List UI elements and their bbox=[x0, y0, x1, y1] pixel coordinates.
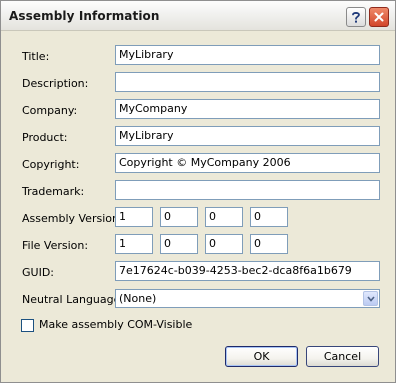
description-input[interactable] bbox=[115, 72, 380, 92]
com-visible-checkbox[interactable] bbox=[21, 319, 34, 332]
neutral-language-label: Neutral Language: bbox=[22, 293, 125, 306]
assembly-version-revision-input[interactable]: 0 bbox=[250, 207, 288, 227]
guid-label: GUID: bbox=[22, 266, 54, 279]
chevron-down-icon bbox=[366, 295, 375, 302]
neutral-language-value: (None) bbox=[119, 292, 157, 305]
close-x-icon bbox=[374, 12, 384, 22]
file-version-minor-input[interactable]: 0 bbox=[160, 234, 198, 254]
description-label: Description: bbox=[22, 77, 89, 90]
guid-input[interactable]: 7e17624c-b039-4253-bec2-dca8f6a1b679 bbox=[115, 261, 380, 281]
help-button[interactable] bbox=[346, 7, 366, 27]
neutral-language-select[interactable]: (None) bbox=[115, 289, 380, 308]
close-button[interactable] bbox=[369, 7, 389, 27]
ok-button[interactable]: OK bbox=[225, 346, 298, 367]
assembly-version-label: Assembly Version: bbox=[22, 212, 123, 225]
assembly-information-dialog: Assembly Information Title: MyLibrary De… bbox=[0, 0, 396, 383]
title-bar[interactable]: Assembly Information bbox=[1, 1, 395, 31]
product-label: Product: bbox=[22, 131, 68, 144]
product-input[interactable]: MyLibrary bbox=[115, 126, 380, 146]
question-mark-icon bbox=[352, 12, 360, 23]
assembly-version-build-input[interactable]: 0 bbox=[205, 207, 243, 227]
trademark-input[interactable] bbox=[115, 180, 380, 200]
cancel-button[interactable]: Cancel bbox=[306, 346, 379, 367]
assembly-version-major-input[interactable]: 1 bbox=[115, 207, 153, 227]
title-input[interactable]: MyLibrary bbox=[115, 45, 380, 65]
company-label: Company: bbox=[22, 104, 78, 117]
file-version-major-input[interactable]: 1 bbox=[115, 234, 153, 254]
company-input[interactable]: MyCompany bbox=[115, 99, 380, 119]
file-version-label: File Version: bbox=[22, 239, 89, 252]
file-version-revision-input[interactable]: 0 bbox=[250, 234, 288, 254]
copyright-label: Copyright: bbox=[22, 158, 80, 171]
copyright-input[interactable]: Copyright © MyCompany 2006 bbox=[115, 153, 380, 173]
file-version-build-input[interactable]: 0 bbox=[205, 234, 243, 254]
assembly-version-minor-input[interactable]: 0 bbox=[160, 207, 198, 227]
trademark-label: Trademark: bbox=[22, 185, 85, 198]
dialog-title: Assembly Information bbox=[9, 9, 160, 23]
title-label: Title: bbox=[22, 50, 50, 63]
dropdown-arrow-button[interactable] bbox=[363, 291, 378, 306]
com-visible-label[interactable]: Make assembly COM-Visible bbox=[39, 318, 192, 331]
